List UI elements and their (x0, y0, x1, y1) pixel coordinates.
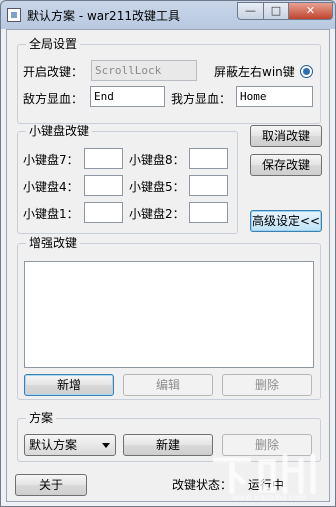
app-window: 默认方案 - war211改键工具 — □ ✕ 全局设置 开启改键： Scrol… (0, 0, 336, 507)
enemy-hp-label: 敌方显血： (23, 92, 84, 106)
delete-remap-button[interactable]: 删除 (222, 374, 312, 396)
title-bar[interactable]: 默认方案 - war211改键工具 — □ ✕ (1, 1, 335, 29)
window-title: 默认方案 - war211改键工具 (27, 9, 180, 23)
numpad2-field[interactable] (189, 202, 228, 223)
numpad8-label: 小键盘8： (129, 153, 185, 167)
ally-hp-label: 我方显血： (171, 92, 232, 106)
numpad1-field[interactable] (84, 202, 123, 223)
app-icon (7, 8, 21, 22)
watermark-logo: www.xiazaiba.com (212, 453, 316, 502)
chevron-down-icon (102, 443, 110, 448)
numpad5-field[interactable] (189, 175, 228, 196)
numpad8-field[interactable] (189, 148, 228, 169)
cancel-remap-button[interactable]: 取消改键 (250, 125, 322, 147)
block-win-key-radio[interactable] (300, 65, 313, 78)
ally-hp-field[interactable]: Home (236, 86, 313, 107)
numpad7-label: 小键盘7： (23, 153, 79, 167)
numpad-group-label: 小键盘改键 (26, 124, 93, 138)
client-area: 全局设置 开启改键： ScrollLock 屏蔽左右win键 敌方显血： End… (6, 29, 330, 502)
numpad7-field[interactable] (84, 148, 123, 169)
minimize-button[interactable]: — (237, 2, 264, 20)
watermark-url: www.xiazaiba.com (232, 493, 306, 502)
enhanced-remap-list[interactable] (24, 261, 314, 368)
new-scheme-button[interactable]: 新建 (123, 434, 213, 456)
enable-hotkey-field[interactable]: ScrollLock (91, 60, 197, 81)
edit-button[interactable]: 编辑 (123, 374, 213, 396)
enable-hotkey-label: 开启改键： (23, 65, 84, 79)
close-button[interactable]: ✕ (288, 2, 333, 20)
scheme-group-label: 方案 (26, 411, 57, 425)
numpad5-label: 小键盘5： (129, 180, 185, 194)
about-button[interactable]: 关于 (15, 474, 87, 496)
block-win-key-label: 屏蔽左右win键 (214, 65, 295, 79)
add-button[interactable]: 新增 (24, 374, 114, 396)
global-settings-label: 全局设置 (26, 37, 81, 51)
scheme-select-value: 默认方案 (29, 438, 78, 452)
enemy-hp-field[interactable]: End (90, 86, 165, 107)
numpad2-label: 小键盘2： (129, 207, 185, 221)
numpad4-label: 小键盘4： (23, 180, 79, 194)
enhanced-remap-label: 增强改键 (26, 236, 81, 250)
numpad4-field[interactable] (84, 175, 123, 196)
numpad1-label: 小键盘1： (23, 207, 79, 221)
maximize-button[interactable]: □ (263, 2, 289, 20)
advanced-settings-button[interactable]: 高级设定<< (250, 210, 322, 232)
save-remap-button[interactable]: 保存改键 (250, 154, 322, 176)
scheme-select[interactable]: 默认方案 (24, 434, 116, 456)
global-settings-group: 全局设置 (17, 37, 321, 124)
